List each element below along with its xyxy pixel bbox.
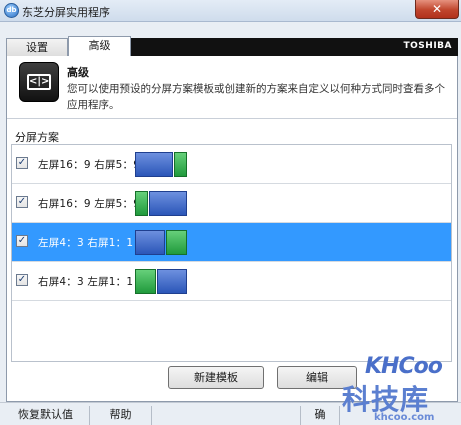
scheme-label: 右屏16：9 左屏5：9 — [38, 198, 141, 210]
tab-settings[interactable]: 设置 — [6, 38, 68, 56]
window-title: 东芝分屏实用程序 — [22, 6, 110, 19]
divider — [7, 118, 457, 119]
scheme-label: 左屏16：9 右屏5：9 — [38, 159, 141, 171]
preview-green-pane — [135, 269, 156, 294]
watermark-url: khcoo.com — [374, 412, 435, 423]
panel-title: 高级 — [67, 66, 89, 79]
scheme-row[interactable]: ✓ 左屏16：9 右屏5：9 — [12, 145, 451, 183]
tab-advanced[interactable]: 高级 — [68, 36, 131, 56]
tab-strip: 设置 高级 TOSHIBA — [0, 22, 461, 56]
restore-defaults-button[interactable]: 恢复默认值 — [2, 406, 90, 425]
watermark-logo: KHCoo — [365, 354, 443, 379]
preview-blue-pane — [149, 191, 187, 216]
preview-green-pane — [174, 152, 187, 177]
close-button[interactable]: ✕ — [415, 0, 459, 19]
toshiba-logo: TOSHIBA — [403, 41, 452, 51]
scheme-checkbox[interactable]: ✓ — [16, 196, 28, 208]
preview-green-pane — [166, 230, 187, 255]
preview-blue-pane — [157, 269, 187, 294]
new-template-button[interactable]: 新建模板 — [168, 366, 264, 389]
title-bar: db 东芝分屏实用程序 ✕ — [0, 0, 461, 22]
advanced-panel: <|> 高级 您可以使用预设的分屏方案模板或创建新的方案来自定义以何种方式同时查… — [6, 56, 458, 402]
schemes-label: 分屏方案 — [15, 131, 59, 144]
row-divider — [12, 300, 451, 301]
scheme-row[interactable]: ✓ 右屏16：9 左屏5：9 — [12, 184, 451, 222]
scheme-preview — [135, 152, 189, 177]
schemes-list[interactable]: ✓ 左屏16：9 右屏5：9 ✓ 右屏16：9 左屏5：9 ✓ 左屏4：3 右屏… — [11, 144, 452, 362]
ok-button[interactable]: 确 — [300, 406, 340, 425]
scheme-preview — [135, 230, 189, 255]
watermark: KHCoo 科技库 khcoo.com — [340, 352, 461, 425]
scheme-label: 右屏4：3 左屏1：1 — [38, 276, 134, 288]
help-button[interactable]: 帮助 — [90, 406, 152, 425]
panel-header: <|> 高级 您可以使用预设的分屏方案模板或创建新的方案来自定义以何种方式同时查… — [7, 56, 457, 118]
scheme-label: 左屏4：3 右屏1：1 — [38, 237, 134, 249]
split-screen-icon: <|> — [19, 62, 59, 102]
preview-green-pane — [135, 191, 148, 216]
panel-description: 您可以使用预设的分屏方案模板或创建新的方案来自定义以何种方式同时查看多个应用程序… — [67, 83, 445, 111]
brand-bar: TOSHIBA — [131, 38, 458, 56]
scheme-row[interactable]: ✓ 右屏4：3 左屏1：1 — [12, 262, 451, 300]
preview-blue-pane — [135, 152, 173, 177]
scheme-checkbox[interactable]: ✓ — [16, 274, 28, 286]
scheme-checkbox[interactable]: ✓ — [16, 235, 28, 247]
scheme-checkbox[interactable]: ✓ — [16, 157, 28, 169]
scheme-preview — [135, 269, 189, 294]
scheme-row-selected[interactable]: ✓ 左屏4：3 右屏1：1 — [12, 223, 451, 261]
app-icon: db — [4, 3, 19, 18]
preview-blue-pane — [135, 230, 165, 255]
scheme-preview — [135, 191, 189, 216]
split-arrows-icon: <|> — [27, 74, 51, 90]
